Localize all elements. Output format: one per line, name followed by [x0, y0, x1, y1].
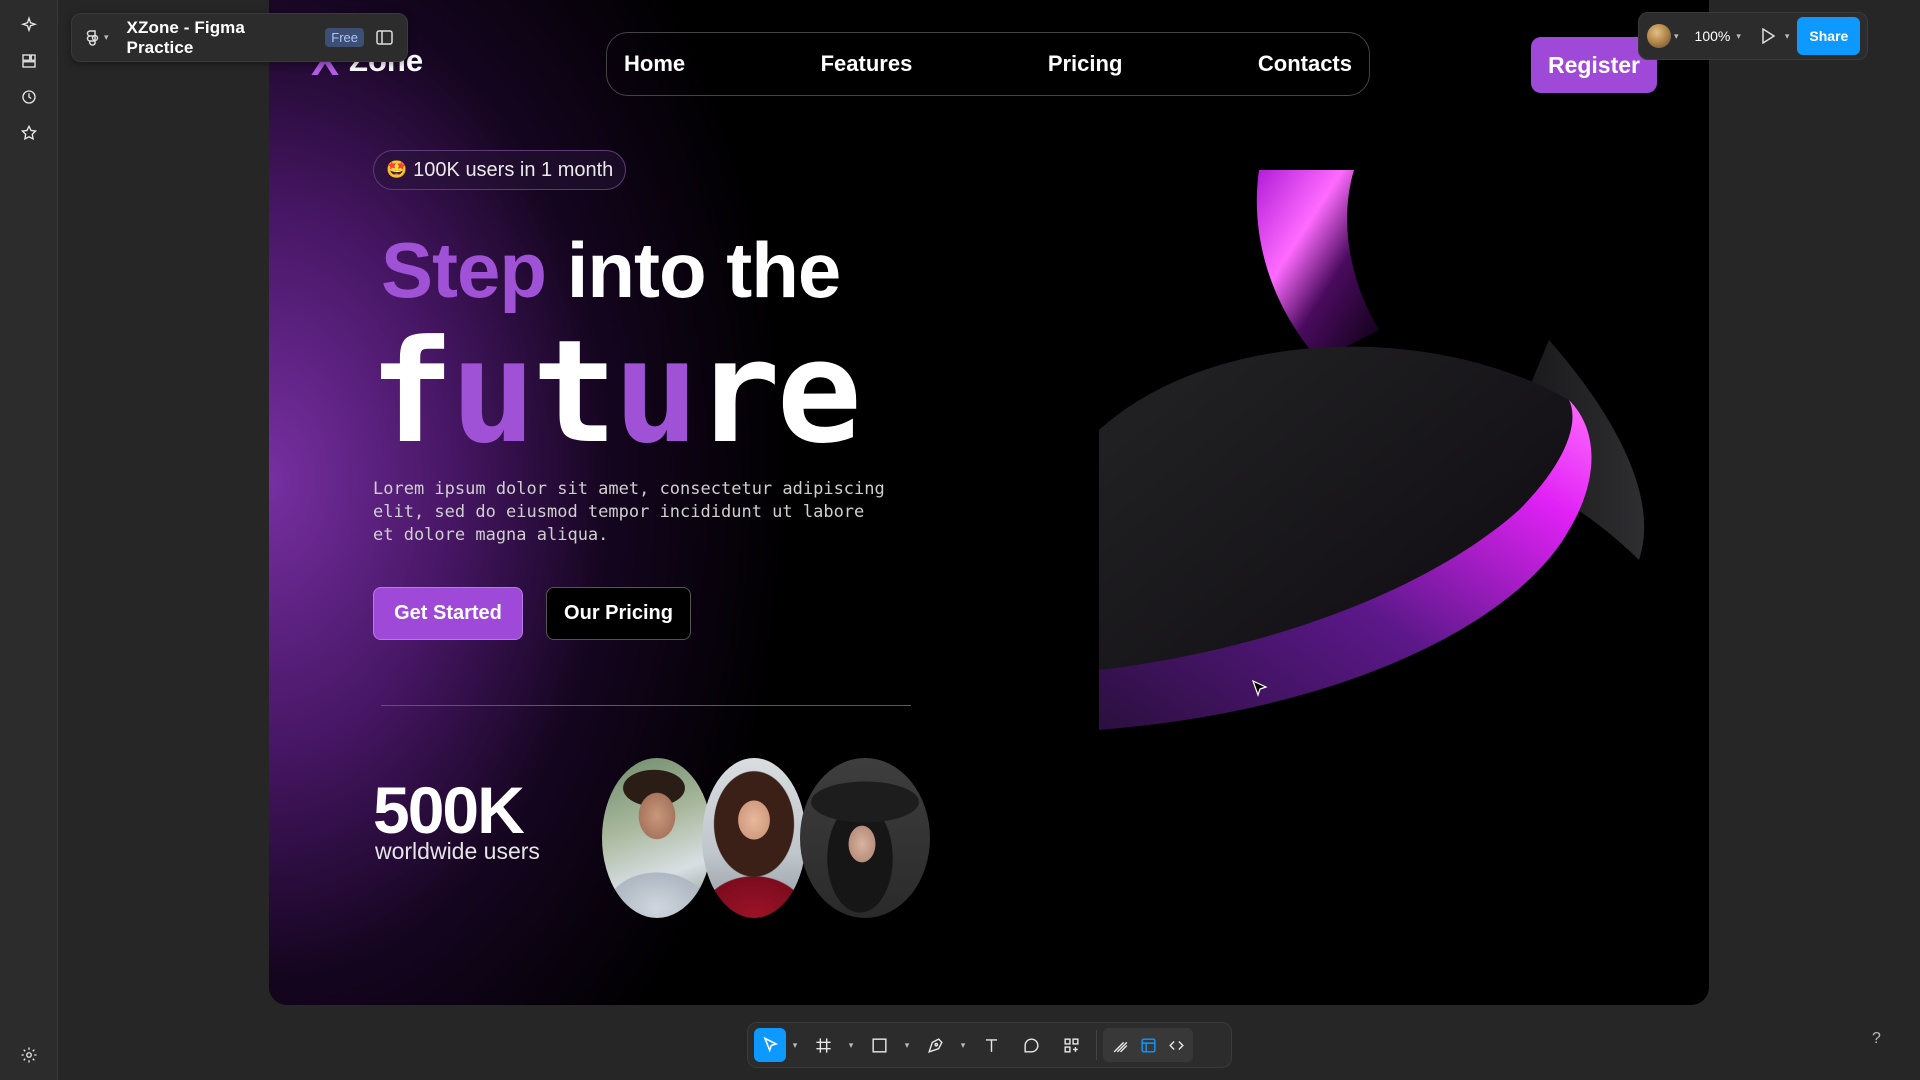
chevron-down-icon: ▾: [1736, 30, 1741, 41]
mode-switcher: [1103, 1028, 1193, 1062]
play-icon: [1762, 28, 1775, 44]
sparkle-icon[interactable]: [17, 13, 41, 37]
shape-tool[interactable]: [860, 1028, 898, 1062]
settings-icon[interactable]: [17, 1043, 41, 1067]
draw-mode-icon[interactable]: [1106, 1028, 1134, 1062]
nav-home[interactable]: Home: [624, 51, 685, 77]
dev-mode-icon[interactable]: [1162, 1028, 1190, 1062]
headline-letter: u: [613, 310, 699, 475]
file-header: ▾ XZone - Figma Practice Free: [71, 13, 408, 62]
frame-tool[interactable]: [804, 1028, 842, 1062]
components-icon: [1063, 1037, 1079, 1053]
headline-accent: Step: [381, 226, 547, 314]
chevron-down-icon[interactable]: ▾: [788, 1028, 802, 1062]
stat-number: 500K: [373, 773, 525, 847]
avatar: [1647, 24, 1671, 48]
headline-letter: t: [532, 310, 617, 475]
file-title[interactable]: XZone - Figma Practice: [127, 18, 316, 58]
comment-icon: [1023, 1037, 1039, 1053]
avatar: [800, 758, 930, 918]
nav-features[interactable]: Features: [821, 51, 913, 77]
pen-icon: [927, 1037, 943, 1053]
cursor-icon: [762, 1036, 778, 1053]
user-avatars: [602, 758, 942, 918]
sidebar-toggle-icon[interactable]: [376, 30, 393, 45]
headline-letter: e: [776, 310, 862, 475]
present-button[interactable]: ▾: [1761, 28, 1790, 44]
chevron-down-icon[interactable]: ▾: [956, 1028, 970, 1062]
text-tool[interactable]: [972, 1028, 1010, 1062]
get-started-button[interactable]: Get Started: [373, 587, 523, 640]
avatar: [602, 758, 712, 918]
pen-tool[interactable]: [916, 1028, 954, 1062]
nav-pricing[interactable]: Pricing: [1048, 51, 1123, 77]
user-avatar-button[interactable]: ▾: [1647, 24, 1679, 48]
comment-tool[interactable]: [1012, 1028, 1050, 1062]
zoom-dropdown[interactable]: 100% ▾: [1687, 22, 1749, 50]
rectangle-icon: [871, 1037, 887, 1053]
hero-3d-ribbon: [1099, 170, 1645, 730]
figma-logo-icon: [86, 29, 99, 46]
actions-tool[interactable]: [1052, 1028, 1090, 1062]
star-struck-emoji: 🤩: [386, 160, 408, 179]
nav-contacts[interactable]: Contacts: [1258, 51, 1352, 77]
chevron-down-icon: ▾: [104, 32, 109, 42]
hero-description: Lorem ipsum dolor sit amet, consectetur …: [373, 479, 885, 545]
design-frame[interactable]: X Zone Home Features Pricing Contacts Re…: [269, 0, 1709, 1005]
hash-icon: [815, 1037, 831, 1053]
main-menu-button[interactable]: ▾: [86, 29, 109, 46]
toolbar-divider: [1096, 1030, 1097, 1060]
headline-rest: into the: [566, 226, 842, 314]
chevron-down-icon: ▾: [1784, 30, 1790, 41]
history-icon[interactable]: [17, 85, 41, 109]
headline-line-1: Step into the: [381, 225, 842, 316]
zoom-level: 100%: [1694, 28, 1731, 44]
star-icon[interactable]: [17, 121, 41, 145]
divider: [381, 705, 911, 706]
plan-badge[interactable]: Free: [325, 28, 364, 47]
right-toolbar: ▾ 100% ▾ ▾ Share: [1638, 12, 1868, 60]
share-button[interactable]: Share: [1797, 17, 1861, 55]
chevron-down-icon[interactable]: ▾: [844, 1028, 858, 1062]
headline-letter: u: [450, 310, 536, 475]
badge-text: 100K users in 1 month: [413, 158, 614, 181]
design-mode-icon[interactable]: [1134, 1028, 1162, 1062]
headline-letter: r: [695, 310, 780, 475]
bottom-toolbar: ▾ ▾ ▾ ▾: [747, 1022, 1232, 1068]
move-tool[interactable]: [754, 1028, 786, 1062]
help-button[interactable]: ?: [1872, 1030, 1881, 1048]
headline-letter: f: [369, 310, 454, 475]
our-pricing-button[interactable]: Our Pricing: [546, 587, 691, 640]
left-rail: [0, 0, 58, 1080]
site-nav: Home Features Pricing Contacts: [606, 32, 1370, 96]
mouse-cursor-icon: [1252, 680, 1268, 697]
assets-icon[interactable]: [17, 49, 41, 73]
stat-label: worldwide users: [375, 838, 540, 864]
users-badge: 🤩 100K users in 1 month: [373, 150, 627, 190]
chevron-down-icon: ▾: [1674, 30, 1679, 41]
headline-future: future: [369, 322, 862, 464]
text-icon: [985, 1038, 997, 1052]
chevron-down-icon[interactable]: ▾: [900, 1028, 914, 1062]
avatar: [702, 758, 806, 918]
